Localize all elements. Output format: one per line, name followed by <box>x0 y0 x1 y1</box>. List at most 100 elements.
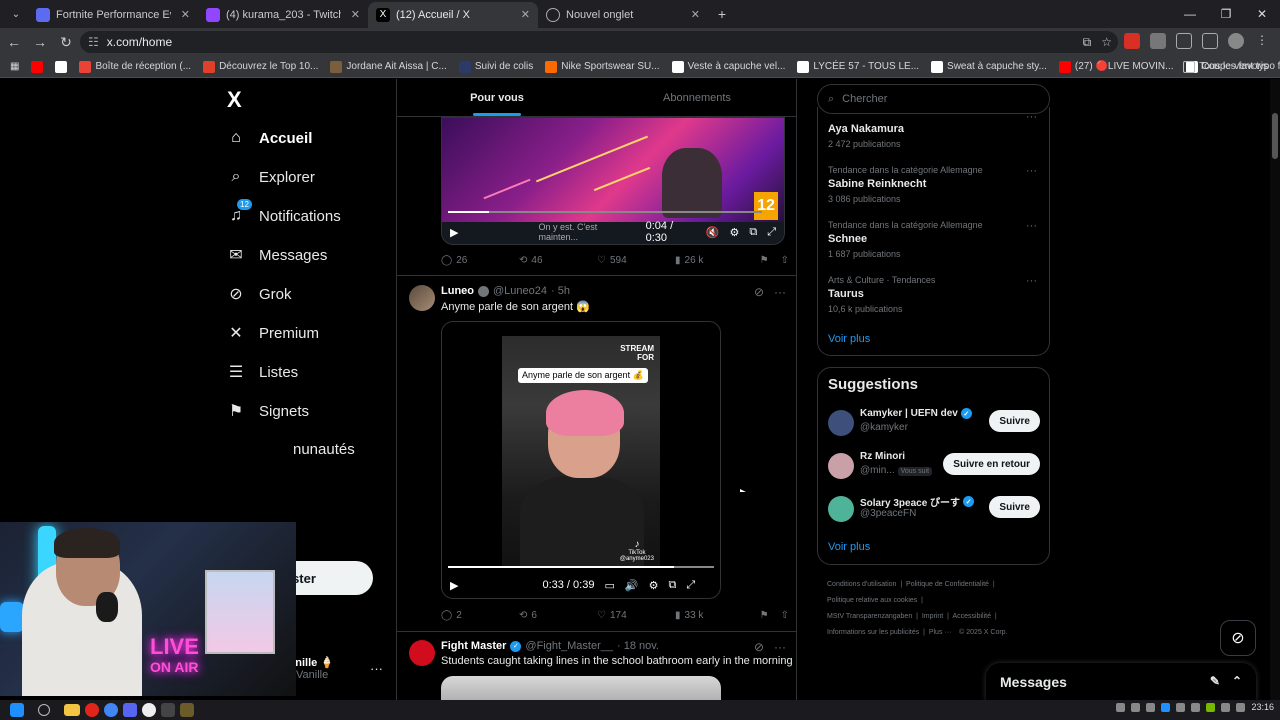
follow-button[interactable]: Suivre <box>989 410 1040 432</box>
more-icon[interactable]: ··· <box>774 285 786 299</box>
follow-back-button[interactable]: Suivre en retour <box>943 453 1040 475</box>
tweet-video[interactable]: 12 ▶ On y est. C'est mainten... 0:04 / 0… <box>441 117 785 245</box>
chrome-icon[interactable] <box>104 703 118 717</box>
app-icon[interactable] <box>180 703 194 717</box>
page-scrollbar[interactable] <box>1270 79 1280 700</box>
grok-icon[interactable]: ⊘ <box>754 285 764 299</box>
apps-grid-icon[interactable]: ▦ <box>4 61 25 72</box>
browser-tab-1[interactable]: Fortnite Performance Evaluation ✕ <box>28 2 198 28</box>
bookmark-item[interactable]: Suivi de colis <box>453 60 539 73</box>
tray-icon[interactable] <box>1146 702 1156 712</box>
extension-icon[interactable] <box>1150 33 1166 49</box>
author-handle[interactable]: @Fight_Master__ <box>525 640 613 652</box>
bookmark-item[interactable]: Jordane Ait Aissa | C... <box>324 60 452 73</box>
browser-tab-3[interactable]: X (12) Accueil / X ✕ <box>368 2 538 28</box>
bookmark-item[interactable]: Boîte de réception (... <box>73 60 197 73</box>
bluetooth-icon[interactable] <box>1161 702 1171 712</box>
trend-item[interactable]: Arts & Culture · Tendances Taurus 10,6 k… <box>828 275 935 314</box>
avatar[interactable] <box>409 640 435 666</box>
nav-bookmarks[interactable]: ⚑ Signets <box>227 402 309 421</box>
footer-link[interactable]: Informations sur les publicités <box>827 629 919 636</box>
repost-button[interactable]: ⟲ 6 <box>519 610 597 621</box>
windows-start-icon[interactable] <box>10 703 24 717</box>
footer-link[interactable]: MStV Transparenzangaben <box>827 613 912 620</box>
nav-notifications[interactable]: ♫ 12 Notifications <box>227 199 341 225</box>
close-tab-icon[interactable]: ✕ <box>521 8 530 21</box>
reply-button[interactable]: ◯ 26 <box>441 255 519 266</box>
share-icon[interactable]: ⇧ <box>781 610 789 621</box>
bookmark-icon[interactable]: ⚑ <box>760 610 769 621</box>
tweet-time[interactable]: · 18 nov. <box>617 640 659 652</box>
volume-icon[interactable]: 🔊 <box>625 579 639 592</box>
trend-item[interactable]: Tendance dans la catégorie Allemagne Sab… <box>828 165 983 204</box>
x-logo[interactable]: X <box>227 87 242 113</box>
more-icon[interactable]: ··· <box>1026 165 1037 177</box>
close-tab-icon[interactable]: ✕ <box>351 8 360 21</box>
bookmark-item[interactable]: (27) 🔴LIVE MOVIN... <box>1053 60 1180 73</box>
nav-explore[interactable]: ⌕ Explorer <box>227 168 315 186</box>
pip-icon[interactable]: ⧉ <box>749 226 757 239</box>
share-icon[interactable]: ⇧ <box>781 255 789 266</box>
tweet-time[interactable]: · 5h <box>551 285 570 297</box>
reply-button[interactable]: ◯ 2 <box>441 610 519 621</box>
tray-icon[interactable] <box>1176 702 1186 712</box>
bookmark-icon[interactable]: ⚑ <box>760 255 769 266</box>
media-icon[interactable] <box>1202 33 1218 49</box>
nav-lists[interactable]: ☰ Listes <box>227 363 298 382</box>
app-icon[interactable] <box>161 703 175 717</box>
bookmark-star-icon[interactable]: ☆ <box>1101 35 1112 50</box>
close-tab-icon[interactable]: ✕ <box>691 8 700 21</box>
bookmark-item[interactable] <box>49 60 73 73</box>
nvidia-icon[interactable] <box>1206 702 1216 712</box>
tab-following[interactable]: Abonnements <box>597 79 796 116</box>
wifi-icon[interactable] <box>1221 702 1231 712</box>
footer-link[interactable]: Politique relative aux cookies <box>827 597 917 604</box>
extension-icon[interactable] <box>1124 33 1140 49</box>
nav-premium[interactable]: ✕ Premium <box>227 324 319 343</box>
footer-link[interactable]: Politique de Confidentialité <box>906 581 989 588</box>
tweet-media[interactable] <box>441 676 721 700</box>
search-input[interactable]: ⌕ Chercher <box>817 84 1050 114</box>
footer-link[interactable]: Plus ··· <box>929 629 952 636</box>
bookmark-item[interactable]: Découvrez le Top 10... <box>197 60 324 73</box>
reload-icon[interactable]: ↻ <box>54 30 78 54</box>
like-button[interactable]: ♡ 174 <box>597 610 675 621</box>
tab-search-icon[interactable]: ⌄ <box>4 2 28 26</box>
puzzle-icon[interactable] <box>1176 33 1192 49</box>
views-button[interactable]: ▮ 26 k <box>675 255 753 266</box>
mute-icon[interactable]: 🔇 <box>706 226 720 239</box>
fullscreen-icon[interactable]: ⤢ <box>767 226 776 239</box>
follow-button[interactable]: Suivre <box>989 496 1040 518</box>
show-more-suggestions[interactable]: Voir plus <box>828 541 870 553</box>
more-icon[interactable]: ··· <box>1026 275 1037 287</box>
nav-messages[interactable]: ✉ Messages <box>227 246 327 265</box>
grok-fab[interactable]: ⊘ <box>1220 620 1256 656</box>
tray-icon[interactable] <box>1191 702 1201 712</box>
site-info-icon[interactable]: ☷ <box>88 35 99 49</box>
pip-icon[interactable]: ⧉ <box>668 579 676 592</box>
trend-item[interactable]: Aya Nakamura 2 472 publications <box>828 113 904 149</box>
browser-tab-2[interactable]: (4) kurama_203 - Twitch ✕ <box>198 2 368 28</box>
suggestion-item[interactable]: Solary 3peace ぴーす ✓ @3peaceFN Suivre <box>828 494 1040 524</box>
play-icon[interactable]: ▶ <box>450 226 458 239</box>
more-icon[interactable]: ··· <box>774 640 786 654</box>
discord-icon[interactable] <box>123 703 137 717</box>
tray-icon[interactable] <box>1131 702 1141 712</box>
new-tab-button[interactable]: + <box>710 2 734 26</box>
tab-for-you[interactable]: Pour vous <box>397 79 597 116</box>
bookmark-item[interactable]: Sweat à capuche sty... <box>925 60 1053 73</box>
back-icon[interactable]: ← <box>2 30 26 54</box>
url-bar[interactable]: ☷ x.com/home ⧉ ☆ <box>80 31 1118 53</box>
settings-icon[interactable]: ⚙ <box>649 579 659 592</box>
close-window-icon[interactable]: ✕ <box>1244 0 1280 28</box>
video-progress-bar[interactable] <box>448 211 762 213</box>
captions-icon[interactable]: ▭ <box>604 579 614 592</box>
browser-tab-4[interactable]: Nouvel onglet ✕ <box>538 2 708 28</box>
opera-icon[interactable] <box>85 703 99 717</box>
obs-icon[interactable] <box>142 703 156 717</box>
clock[interactable]: 23:16 <box>1251 702 1274 712</box>
messages-drawer[interactable]: Messages ✎ ⌃ <box>986 663 1256 700</box>
footer-link[interactable]: Conditions d'utilisation <box>827 581 896 588</box>
show-more-trends[interactable]: Voir plus <box>828 333 870 345</box>
like-button[interactable]: ♡ 594 <box>597 255 675 266</box>
